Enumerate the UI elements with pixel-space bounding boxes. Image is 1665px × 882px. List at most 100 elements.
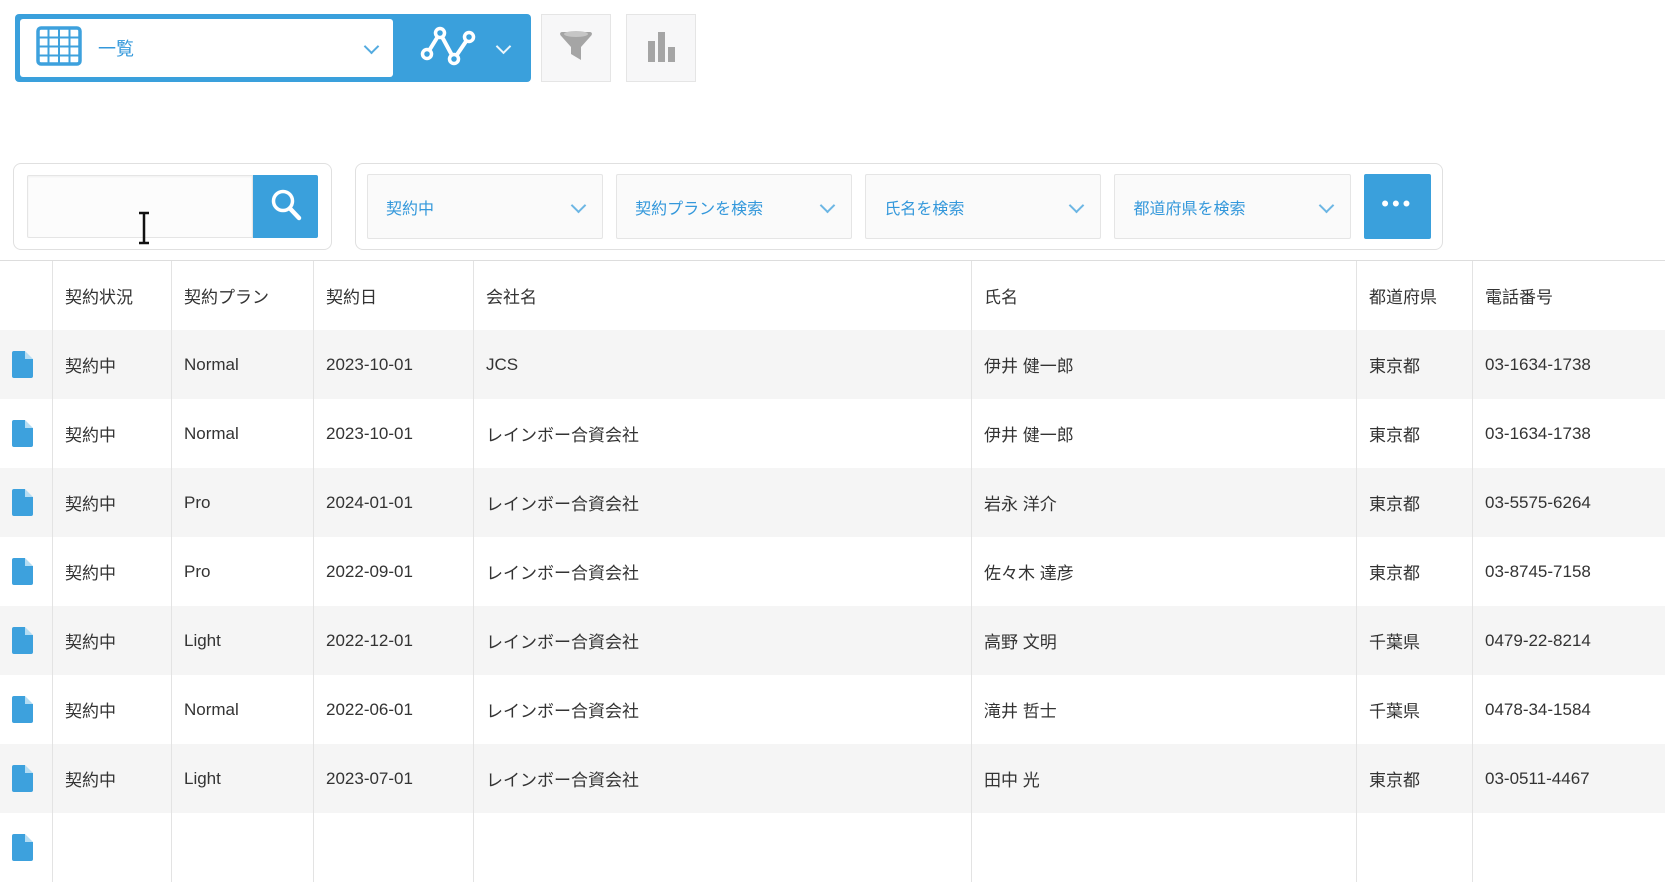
record-document-icon[interactable] bbox=[12, 420, 33, 447]
cell-contract-status: 契約中 bbox=[53, 330, 172, 399]
cell-company-name: レインボー合資会社 bbox=[474, 537, 972, 606]
cell-prefecture: 東京都 bbox=[1357, 330, 1473, 399]
more-filters-button[interactable]: ••• bbox=[1363, 174, 1431, 239]
cell-record-link bbox=[0, 399, 53, 468]
cell-contract-status: 契約中 bbox=[53, 468, 172, 537]
column-header-contract-date[interactable]: 契約日 bbox=[314, 261, 474, 330]
table-row: 契約中 Pro 2024-01-01 レインボー合資会社 岩永 洋介 東京都 03-5575… bbox=[0, 468, 1665, 537]
chevron-down-icon bbox=[1069, 197, 1085, 216]
cell-contract-date: 2022-06-01 bbox=[314, 675, 474, 744]
cell-prefecture bbox=[1357, 813, 1473, 882]
cell-person-name: 岩永 洋介 bbox=[972, 468, 1357, 537]
column-header-icon bbox=[0, 261, 53, 330]
cell-record-link bbox=[0, 675, 53, 744]
cell-prefecture: 千葉県 bbox=[1357, 675, 1473, 744]
record-document-icon[interactable] bbox=[12, 696, 33, 723]
cell-phone-number: 0479-22-8214 bbox=[1485, 630, 1591, 650]
cell-record-link bbox=[0, 537, 53, 606]
prefecture-placeholder: 都道府県を検索 bbox=[1133, 200, 1246, 218]
record-document-icon[interactable] bbox=[12, 489, 33, 516]
table-row: 契約中 Normal 2023-10-01 JCS 伊井 健一郎 東京都 03-1634-1… bbox=[0, 330, 1665, 399]
cell-record-link bbox=[0, 813, 53, 882]
cell-company-name: レインボー合資会社 bbox=[474, 399, 972, 468]
table-header-row: 契約状況 契約プラン 契約日 会社名 氏名 都道府県 電話番号 bbox=[0, 261, 1665, 330]
cell-contract-plan: Normal bbox=[172, 399, 314, 468]
cell-person-name: 高野 文明 bbox=[972, 606, 1357, 675]
cell-phone-number: 03-1634-1738 bbox=[1485, 354, 1591, 374]
cell-phone-number: 03-1634-1738 bbox=[1485, 423, 1591, 443]
cell-prefecture: 東京都 bbox=[1357, 537, 1473, 606]
cell-contract-plan: Light bbox=[172, 744, 314, 813]
column-header-prefecture[interactable]: 都道府県 bbox=[1357, 261, 1473, 330]
cell-contract-status: 契約中 bbox=[53, 606, 172, 675]
search-panel bbox=[13, 163, 332, 250]
record-document-icon[interactable] bbox=[12, 765, 33, 792]
prefecture-dropdown[interactable]: 都道府県を検索 bbox=[1114, 174, 1351, 239]
cell-prefecture: 東京都 bbox=[1357, 468, 1473, 537]
table-row: 契約中 Normal 2023-10-01 レインボー合資会社 伊井 健一郎 東京都 03-… bbox=[0, 399, 1665, 468]
cell-contract-date: 2023-10-01 bbox=[314, 330, 474, 399]
view-selector-dropdown[interactable]: 一覧 bbox=[20, 19, 393, 77]
column-header-contract-plan[interactable]: 契約プラン bbox=[172, 261, 314, 330]
cell-phone-number bbox=[1473, 813, 1665, 882]
column-header-contract-status[interactable]: 契約状況 bbox=[53, 261, 172, 330]
cell-person-name bbox=[972, 813, 1357, 882]
table-row: 契約中 Light 2023-07-01 レインボー合資会社 田中 光東京都 03-051… bbox=[0, 744, 1665, 813]
cell-person-name: 伊井 健一郎 bbox=[972, 399, 1357, 468]
cell-company-name: レインボー合資会社 bbox=[474, 606, 972, 675]
cell-company-name: JCS bbox=[474, 330, 972, 399]
table-row: 契約中 Pro 2022-09-01 レインボー合資会社 佐々木 達彦 東京都 03-874… bbox=[0, 537, 1665, 606]
cell-company-name bbox=[474, 813, 972, 882]
view-switcher: 一覧 bbox=[15, 14, 531, 82]
bar-chart-icon bbox=[646, 29, 676, 68]
column-header-person-name[interactable]: 氏名 bbox=[972, 261, 1357, 330]
chevron-down-icon bbox=[495, 38, 512, 57]
table-body: 契約中 Normal 2023-10-01 JCS 伊井 健一郎 東京都 03-1634-1… bbox=[0, 330, 1665, 882]
filter-button[interactable] bbox=[541, 14, 611, 82]
chevron-down-icon bbox=[1318, 197, 1334, 216]
cell-contract-plan: Pro bbox=[172, 468, 314, 537]
chevron-down-icon bbox=[820, 197, 836, 216]
cell-contract-status: 契約中 bbox=[53, 399, 172, 468]
cell-person-name: 伊井 健一郎 bbox=[972, 330, 1357, 399]
person-name-placeholder: 氏名を検索 bbox=[884, 200, 965, 218]
app-toolbar: 一覧 bbox=[0, 0, 1665, 100]
cell-contract-status: 契約中 bbox=[53, 744, 172, 813]
cell-contract-date: 2023-07-01 bbox=[314, 744, 474, 813]
column-header-company-name[interactable]: 会社名 bbox=[474, 261, 972, 330]
cell-prefecture: 千葉県 bbox=[1357, 606, 1473, 675]
bar-chart-button[interactable] bbox=[626, 14, 696, 82]
i-beam-cursor bbox=[136, 210, 152, 251]
record-document-icon[interactable] bbox=[12, 627, 33, 654]
cell-contract-date: 2022-12-01 bbox=[314, 606, 474, 675]
contract-plan-placeholder: 契約プランを検索 bbox=[635, 200, 764, 218]
table-row: 契約中 Normal 2022-06-01 レインボー合資会社 滝井 哲士 千葉県 0478… bbox=[0, 675, 1665, 744]
cell-contract-status bbox=[53, 813, 172, 882]
record-document-icon[interactable] bbox=[12, 558, 33, 585]
cell-contract-date: 2024-01-01 bbox=[314, 468, 474, 537]
cell-contract-status: 契約中 bbox=[53, 675, 172, 744]
ellipsis-icon: ••• bbox=[1381, 190, 1414, 216]
cell-phone-number: 03-0511-4467 bbox=[1485, 768, 1590, 788]
contract-plan-dropdown[interactable]: 契約プランを検索 bbox=[616, 174, 853, 239]
record-document-icon[interactable] bbox=[12, 834, 33, 861]
record-document-icon[interactable] bbox=[12, 351, 33, 378]
cell-contract-plan: Light bbox=[172, 606, 314, 675]
column-header-phone-number[interactable]: 電話番号 bbox=[1473, 261, 1665, 330]
records-table: 契約状況 契約プラン 契約日 会社名 氏名 都道府県 電話番号 契約中 Normal 2023-… bbox=[0, 260, 1665, 882]
cell-contract-date bbox=[314, 813, 474, 882]
table-row: 契約中 Light 2022-12-01 レインボー合資会社 高野 文明 千葉県 0479-… bbox=[0, 606, 1665, 675]
view-selector-value: 一覧 bbox=[98, 39, 134, 59]
cell-prefecture: 東京都 bbox=[1357, 744, 1473, 813]
cell-record-link bbox=[0, 330, 53, 399]
cell-person-name: 佐々木 達彦 bbox=[972, 537, 1357, 606]
graph-menu-button[interactable] bbox=[398, 14, 531, 82]
cell-phone-number: 03-8745-7158 bbox=[1485, 561, 1591, 581]
search-button[interactable] bbox=[253, 175, 318, 238]
person-name-dropdown[interactable]: 氏名を検索 bbox=[865, 174, 1102, 239]
cell-phone-number: 03-5575-6264 bbox=[1485, 492, 1591, 512]
magnifier-icon bbox=[267, 186, 305, 227]
table-grid-icon bbox=[36, 25, 82, 71]
line-chart-icon bbox=[420, 23, 476, 74]
contract-status-dropdown[interactable]: 契約中 bbox=[367, 174, 604, 239]
